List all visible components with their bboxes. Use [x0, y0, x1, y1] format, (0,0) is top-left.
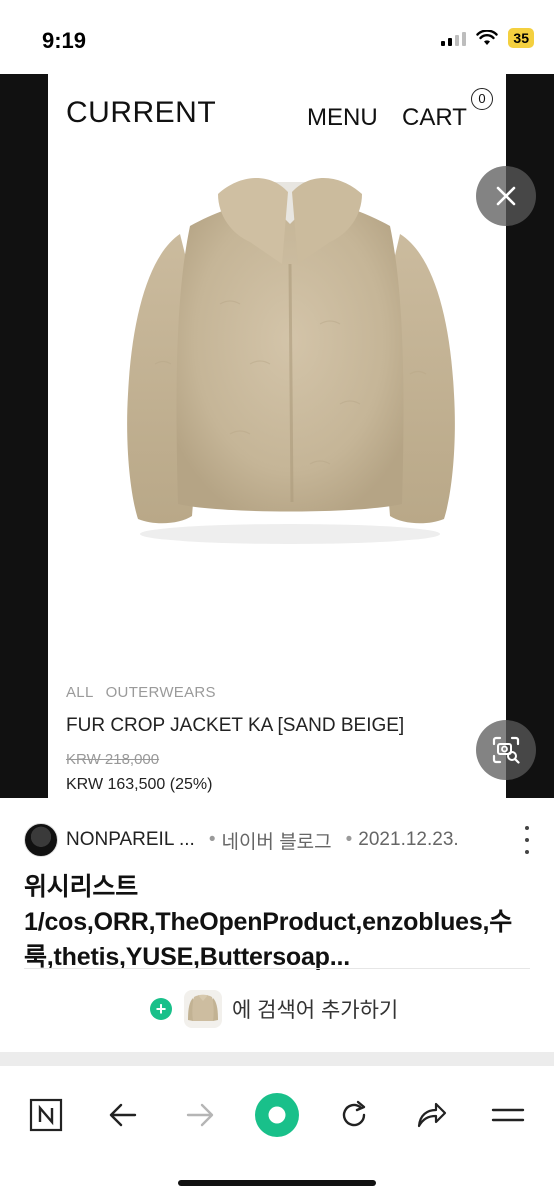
product-screenshot: CURRENT MENU CART 0 ALL OUTERWEARS FUR C…	[48, 74, 506, 798]
close-icon	[496, 186, 516, 206]
product-breadcrumb: ALL OUTERWEARS	[66, 684, 216, 701]
site-menu-link: MENU	[307, 104, 378, 131]
image-search-icon	[492, 736, 520, 764]
jacket-thumbnail	[184, 990, 222, 1028]
status-time: 9:19	[42, 28, 87, 53]
blog-author[interactable]: NONPAREIL ...	[66, 829, 195, 851]
back-button[interactable]	[96, 1088, 150, 1142]
site-cart-link: CART	[402, 104, 467, 131]
close-viewer-button[interactable]	[476, 166, 536, 226]
share-button[interactable]	[404, 1088, 458, 1142]
bottom-toolbar	[0, 1066, 554, 1200]
source-type: 네이버 블로그	[221, 831, 332, 853]
naver-home-icon	[29, 1098, 63, 1132]
result-source-row[interactable]: NONPAREIL ... • 네이버 블로그 • 2021.12.23.	[24, 822, 544, 858]
naver-home-button[interactable]	[19, 1088, 73, 1142]
breadcrumb-item: ALL	[66, 684, 94, 701]
plus-icon: +	[150, 998, 172, 1020]
cart-count-badge: 0	[471, 88, 493, 110]
product-name: FUR CROP JACKET KA [SAND BEIGE]	[66, 715, 405, 736]
status-icons: 35	[441, 28, 534, 48]
signal-icon	[441, 30, 467, 46]
image-viewer[interactable]: CURRENT MENU CART 0 ALL OUTERWEARS FUR C…	[0, 74, 554, 798]
add-search-term-label: 에 검색어 추가하기	[232, 999, 399, 1022]
green-dot-button[interactable]	[250, 1088, 304, 1142]
refresh-button[interactable]	[327, 1088, 381, 1142]
wifi-icon	[476, 30, 499, 45]
blog-avatar	[24, 823, 58, 857]
menu-icon	[491, 1108, 525, 1122]
site-brand-logo: CURRENT	[66, 96, 217, 129]
separator-dot: •	[345, 829, 353, 850]
more-options-icon[interactable]	[524, 826, 530, 854]
divider	[24, 968, 530, 969]
section-separator	[0, 1052, 554, 1066]
menu-button[interactable]	[481, 1088, 535, 1142]
forward-arrow-icon	[186, 1103, 214, 1127]
breadcrumb-item: OUTERWEARS	[105, 684, 216, 701]
refresh-icon	[342, 1100, 366, 1127]
add-search-term-button[interactable]: + 에 검색어 추가하기	[150, 987, 398, 1031]
separator-dot: •	[208, 829, 216, 850]
battery-indicator: 35	[508, 28, 534, 48]
image-search-button[interactable]	[476, 720, 536, 780]
result-title-link[interactable]: 위시리스트1/cos,ORR,TheOpenProduct,enzoblues,…	[24, 870, 534, 975]
sale-price: KRW 163,500 (25%)	[66, 776, 213, 793]
post-date: 2021.12.23.	[358, 829, 459, 850]
home-indicator	[178, 1180, 376, 1186]
status-bar: 9:19 35	[0, 0, 554, 74]
share-icon	[417, 1102, 447, 1128]
forward-button[interactable]	[173, 1088, 227, 1142]
original-price: KRW 218,000	[66, 751, 160, 768]
beige-fur-jacket-image	[127, 177, 455, 544]
green-dot-icon	[255, 1093, 299, 1137]
back-arrow-icon	[109, 1103, 137, 1127]
